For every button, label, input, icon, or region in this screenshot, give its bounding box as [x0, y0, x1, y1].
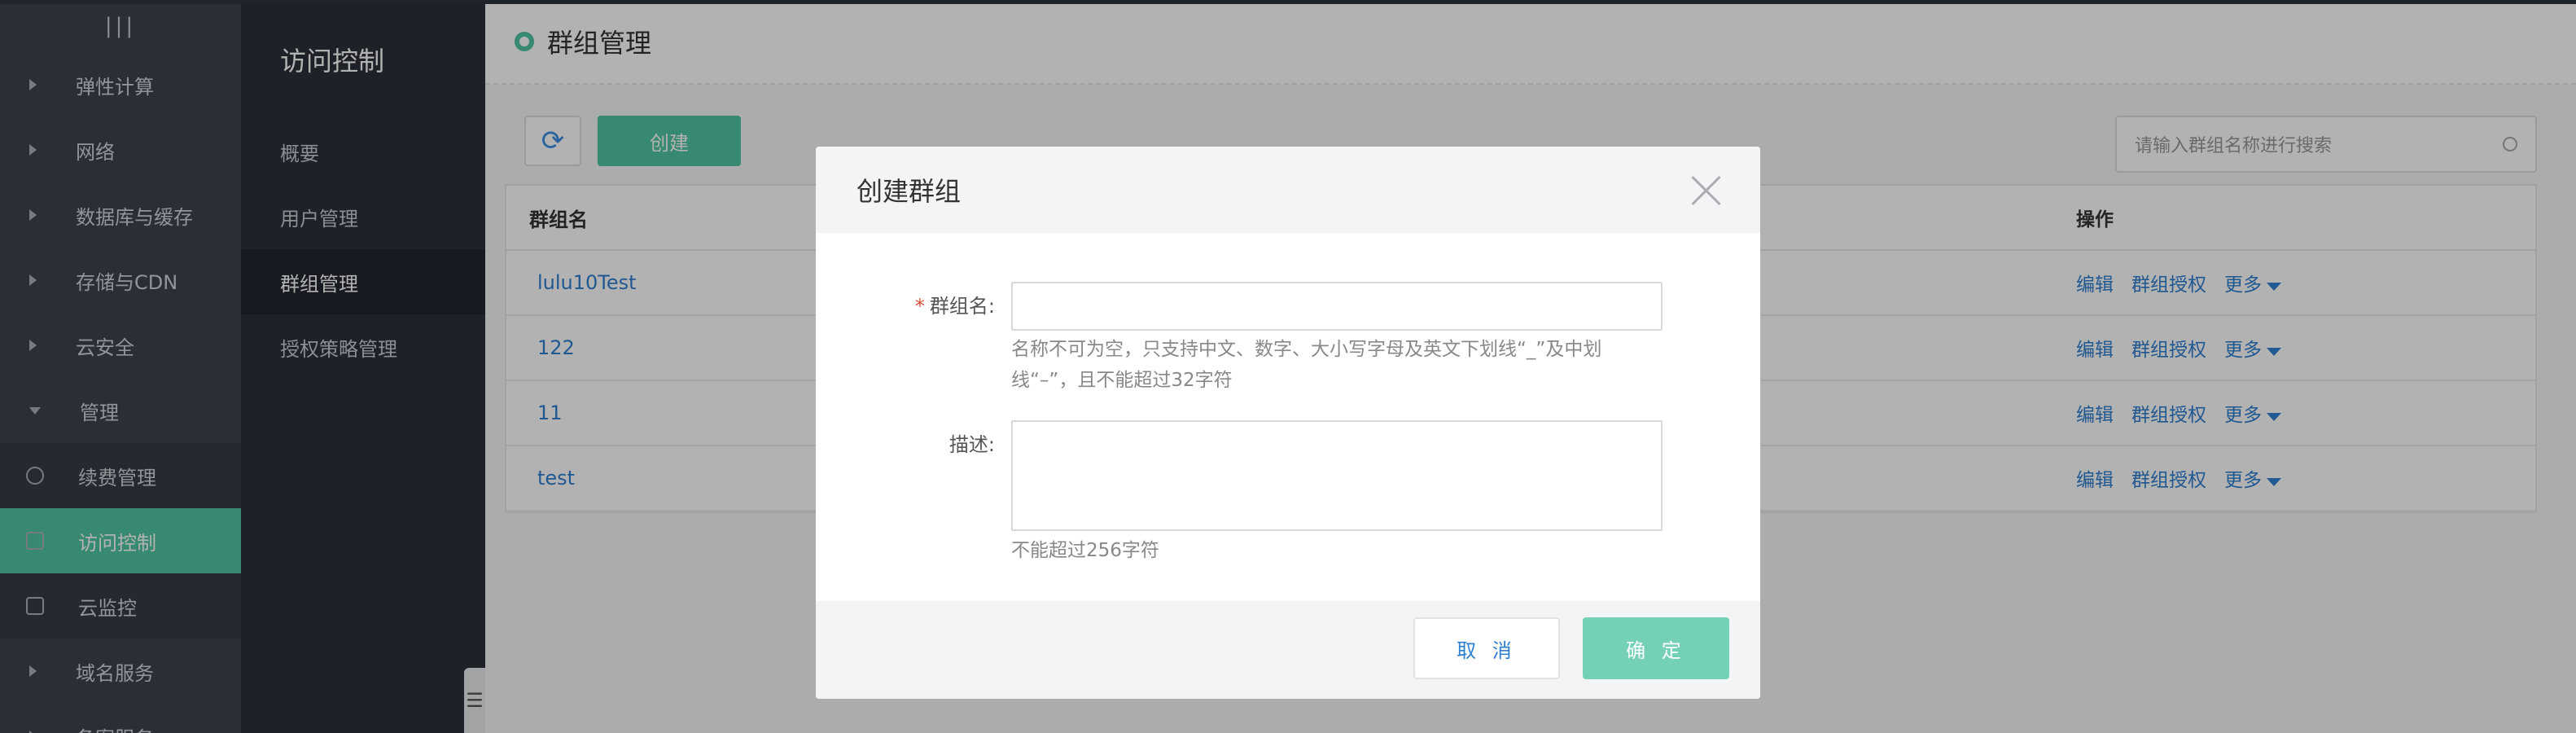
dialog-footer: 取 消 确 定	[816, 601, 1760, 699]
close-icon[interactable]	[1690, 174, 1723, 207]
create-group-dialog: 创建群组 * 群组名: 名称不可为空，只支持中文、数字、大小写字母及英文下划线“_…	[816, 147, 1760, 699]
group-name-input[interactable]	[1011, 282, 1663, 331]
description-label: 描述:	[948, 433, 995, 456]
confirm-button[interactable]: 确 定	[1583, 617, 1729, 679]
group-name-label-text: 群组名:	[929, 295, 995, 318]
dialog-title: 创建群组	[856, 176, 962, 207]
group-name-hint: 名称不可为空，只支持中文、数字、大小写字母及英文下划线“_”及中划线“–”，且不…	[1011, 339, 1602, 391]
cancel-button[interactable]: 取 消	[1413, 617, 1560, 679]
required-mark: *	[914, 295, 925, 318]
group-name-label: * 群组名:	[832, 290, 995, 318]
description-hint: 不能超过256字符	[1011, 540, 1159, 561]
dialog-header: 创建群组	[816, 147, 1760, 233]
top-border	[0, 0, 2576, 4]
description-input[interactable]	[1011, 420, 1663, 531]
